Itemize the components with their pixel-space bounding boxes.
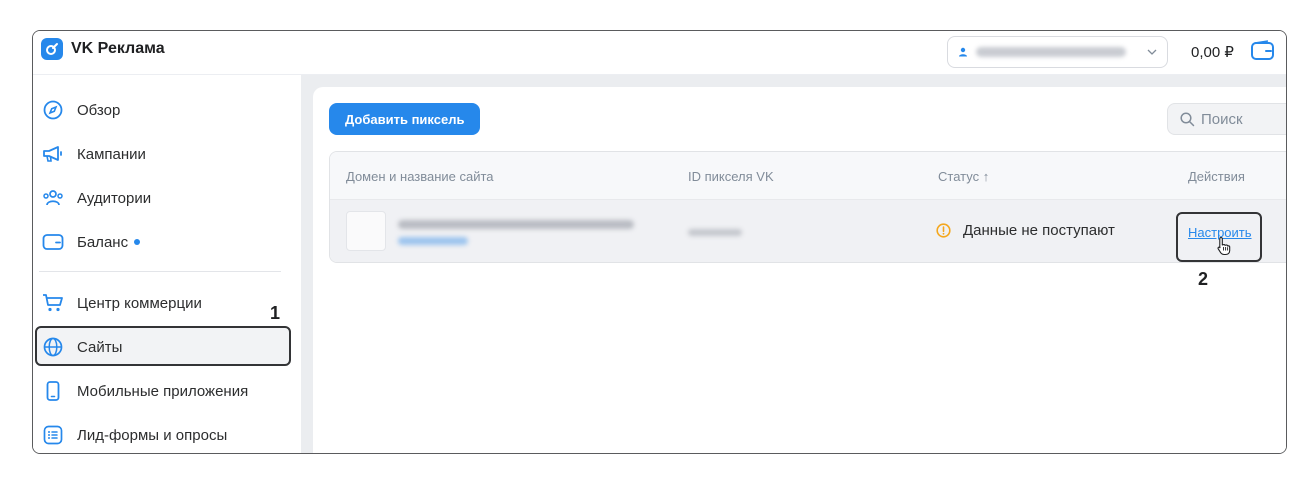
sidebar-item-label: Кампании <box>77 145 146 163</box>
balance-value: 0,00 ₽ <box>1191 44 1234 61</box>
wallet-icon[interactable] <box>1250 40 1276 67</box>
sidebar-item-balance[interactable]: Баланс <box>33 227 301 257</box>
logo[interactable]: VK Реклама <box>41 38 165 60</box>
site-domain-redacted[interactable] <box>398 237 468 245</box>
site-thumbnail <box>346 211 386 251</box>
smartphone-icon <box>42 380 64 402</box>
step-2-marker: 2 <box>1198 269 1209 289</box>
notification-dot <box>134 239 141 245</box>
column-header-domain[interactable]: Домен и название сайта <box>346 169 494 184</box>
main-content: Добавить пиксель Домен и название сайта … <box>301 75 1286 453</box>
account-selector[interactable] <box>947 36 1168 68</box>
sidebar-item-label: Центр коммерции <box>77 294 202 312</box>
sidebar-item-label: Лид-формы и опросы <box>77 426 228 444</box>
status-cell: Данные не поступают <box>936 222 1115 239</box>
column-header-status[interactable]: Статус ↑ <box>938 169 989 184</box>
sidebar-item-overview[interactable]: Обзор <box>33 95 301 125</box>
table-row: Данные не поступают Настроить <box>330 200 1286 262</box>
vk-ads-logo-icon <box>41 38 63 60</box>
column-header-actions: Действия <box>1188 169 1245 184</box>
column-header-pixel-id[interactable]: ID пикселя VK <box>688 169 774 184</box>
sidebar-item-lead-forms[interactable]: Лид-формы и опросы <box>33 420 301 450</box>
sidebar-item-commerce[interactable]: Центр коммерции <box>33 288 301 318</box>
search-icon <box>1180 111 1195 126</box>
list-icon <box>42 424 64 446</box>
site-name-redacted <box>398 220 634 229</box>
sidebar-item-label: Баланс <box>77 233 129 251</box>
search-input[interactable] <box>1201 110 1286 128</box>
sidebar-item-sites[interactable]: Сайты <box>33 332 301 362</box>
status-text: Данные не поступают <box>963 222 1115 239</box>
pixels-table: Домен и название сайта ID пикселя VK Ста… <box>329 151 1286 263</box>
pixel-id-redacted <box>688 229 742 236</box>
cart-icon <box>42 292 64 314</box>
app-title: VK Реклама <box>71 40 165 57</box>
sidebar-item-campaigns[interactable]: Кампании <box>33 139 301 169</box>
table-header: Домен и название сайта ID пикселя VK Ста… <box>330 152 1286 200</box>
sidebar-item-audiences[interactable]: Аудитории <box>33 183 301 213</box>
step-1-marker: 1 <box>270 303 281 323</box>
wallet-icon <box>42 231 64 253</box>
compass-icon <box>42 99 64 121</box>
pixels-panel: Добавить пиксель Домен и название сайта … <box>313 87 1286 453</box>
sidebar-item-label: Обзор <box>77 101 121 119</box>
top-bar: VK Реклама 0,00 ₽ <box>33 31 1286 75</box>
account-name <box>976 47 1126 57</box>
add-pixel-button[interactable]: Добавить пиксель <box>329 103 481 135</box>
sidebar-item-mobile-apps[interactable]: Мобильные приложения <box>33 376 301 406</box>
sidebar-item-label: Аудитории <box>77 189 152 207</box>
app-window: VK Реклама 0,00 ₽ Обзор Кампании Аудитор… <box>32 30 1287 454</box>
search-box[interactable] <box>1167 103 1286 135</box>
globe-icon <box>42 336 64 358</box>
hand-cursor-icon <box>1216 236 1232 261</box>
sidebar-item-label: Сайты <box>77 338 123 356</box>
megaphone-icon <box>42 143 64 165</box>
users-icon <box>42 187 64 209</box>
user-icon <box>959 47 967 57</box>
chevron-down-icon <box>1147 49 1157 55</box>
warning-icon <box>936 223 951 238</box>
sidebar: Обзор Кампании Аудитории Баланс Центр ко… <box>33 75 301 453</box>
sidebar-item-label: Мобильные приложения <box>77 382 249 400</box>
sidebar-divider <box>39 271 281 272</box>
